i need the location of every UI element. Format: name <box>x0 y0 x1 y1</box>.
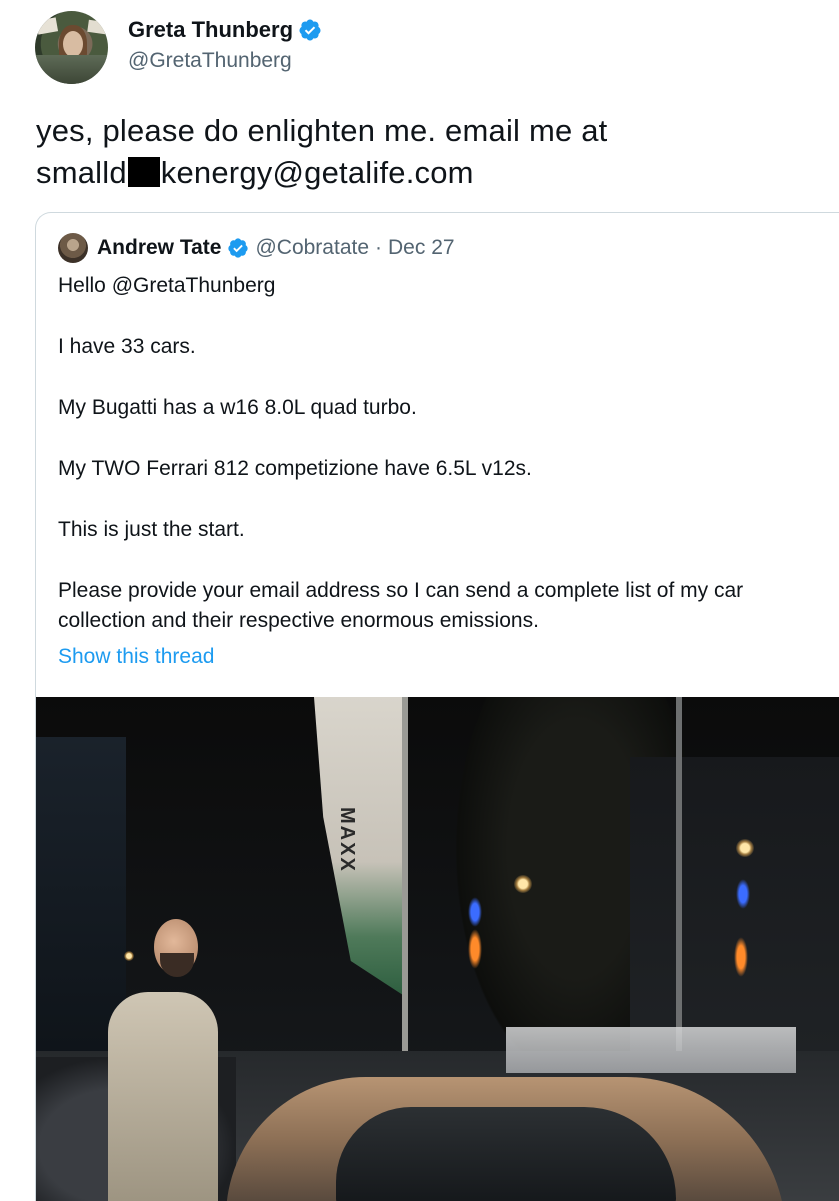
street-decoration <box>468 897 482 927</box>
street-decoration <box>468 929 482 969</box>
photo-person-beard <box>160 953 194 977</box>
show-thread-link[interactable]: Show this thread <box>58 645 214 669</box>
quoted-tweet-body: Hello @GretaThunberg I have 33 cars. My … <box>58 271 828 636</box>
quoted-tweet-line: Hello @GretaThunberg <box>58 274 276 297</box>
street-decoration <box>734 937 748 977</box>
redaction-block <box>127 157 160 187</box>
separator-dot: · <box>375 236 383 259</box>
tweet-photo[interactable]: MAXX <box>36 697 839 1201</box>
photo-person-jacket <box>108 992 218 1201</box>
verified-badge-icon <box>227 237 249 259</box>
author-handle[interactable]: @GretaThunberg <box>128 49 292 73</box>
photo-barrier <box>506 1027 796 1073</box>
avatar[interactable] <box>35 11 108 84</box>
author-name-row[interactable]: Greta Thunberg <box>128 17 322 43</box>
email-suffix: kenergy@getalife.com <box>160 155 474 190</box>
tweet-text-line: smalld kenergy@getalife.com <box>36 152 816 194</box>
quoted-author-avatar <box>58 233 88 263</box>
quoted-tweet-line: My TWO Ferrari 812 competizione have 6.5… <box>58 457 532 480</box>
quoted-tweet-line: Please provide your email address so I c… <box>58 579 744 632</box>
avatar-face <box>63 31 83 57</box>
street-lamp <box>514 875 532 893</box>
avatar-crowd <box>35 54 108 84</box>
street-lamp <box>736 839 754 857</box>
verified-badge-icon <box>298 18 322 42</box>
banner-text: MAXX <box>336 807 358 873</box>
photo-banner-flag <box>314 697 406 997</box>
protest-sign <box>87 19 107 35</box>
quoted-tweet[interactable]: Andrew Tate @Cobratate · Dec 27 Hello @G… <box>35 212 839 1201</box>
quoted-tweet-line: This is just the start. <box>58 518 245 541</box>
tweet-text: yes, please do enlighten me. email me at… <box>36 110 816 194</box>
quoted-tweet-date[interactable]: Dec 27 <box>388 236 455 260</box>
photo-car-windshield <box>336 1107 676 1201</box>
photo-pole <box>402 697 408 1077</box>
street-decoration <box>736 879 750 909</box>
tweet-text-line: yes, please do enlighten me. email me at <box>36 113 608 148</box>
email-prefix: smalld <box>36 155 127 190</box>
tweet: Greta Thunberg @GretaThunberg yes, pleas… <box>0 0 839 1201</box>
quoted-author-handle: @Cobratate <box>255 236 370 259</box>
quoted-tweet-line: I have 33 cars. <box>58 335 196 358</box>
quoted-tweet-line: My Bugatti has a w16 8.0L quad turbo. <box>58 396 417 419</box>
protest-sign <box>35 17 59 35</box>
author-display-name[interactable]: Greta Thunberg <box>128 17 293 43</box>
quoted-tweet-header[interactable]: Andrew Tate @Cobratate · Dec 27 <box>58 233 455 263</box>
quoted-author-name: Andrew Tate <box>97 236 222 259</box>
street-lamp <box>124 951 134 961</box>
